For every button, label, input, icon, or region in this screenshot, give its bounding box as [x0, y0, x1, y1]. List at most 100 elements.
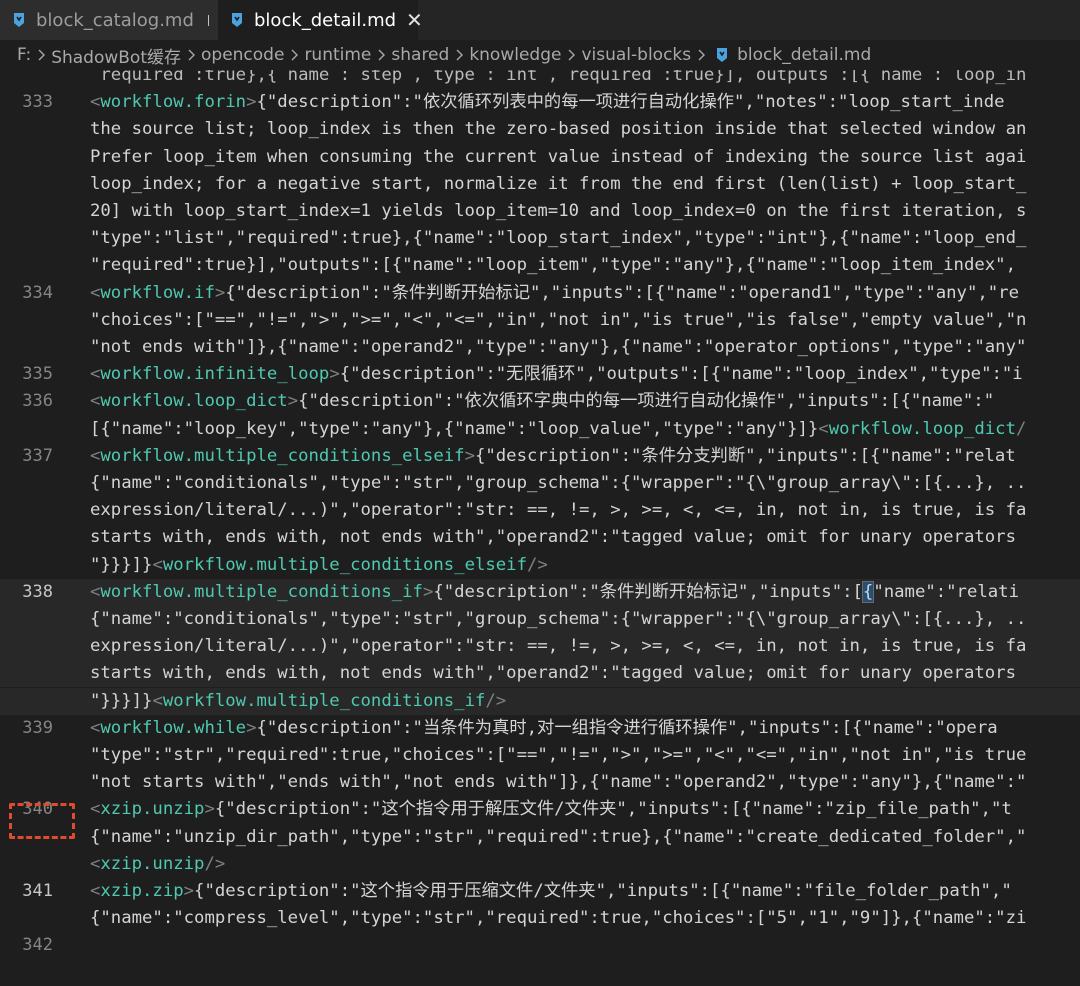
code-text: "type":"str","required":true,"choices":[…	[90, 742, 1026, 769]
code-text: {"name":"conditionals","type":"str","gro…	[90, 470, 1026, 497]
close-icon[interactable]: ✕	[406, 8, 423, 32]
tab-block-detail[interactable]: block_detail.md ✕	[218, 0, 423, 40]
code-segment: {"description":"这个指令用于解压文件/文件夹","inputs"…	[214, 799, 1012, 820]
tag-name: workflow.multiple_conditions_if	[162, 690, 486, 711]
code-text: starts with, ends with, not ends with","…	[90, 660, 1016, 687]
editor-line[interactable]: 340 <xzip.unzip>{"description":"这个指令用于解压文…	[0, 796, 1080, 823]
editor-line[interactable]: starts with, ends with, not ends with","…	[0, 524, 1080, 551]
code-segment: {"name":"conditionals","type":"str","gro…	[90, 473, 1027, 493]
code-text: 20] with loop_start_index=1 yields loop_…	[90, 198, 1026, 225]
breadcrumb-item-knowledge[interactable]: knowledge	[469, 45, 561, 65]
tag-punctuation: />	[485, 690, 507, 711]
code-segment: "}}}]}	[90, 690, 153, 711]
code-segment: {"description":"依次循环列表中的每一项进行自动化操作","not…	[256, 92, 1005, 113]
editor-line[interactable]: {"name":"conditionals","type":"str","gro…	[0, 470, 1080, 497]
editor-line[interactable]: "not starts with","ends with","not ends …	[0, 769, 1080, 796]
editor-line[interactable]: required :true},{ name : step , type : i…	[0, 70, 1080, 89]
code-text: <workflow.while>{"description":"当条件为真时,对…	[90, 715, 998, 742]
editor-line[interactable]: loop_index; for a negative start, normal…	[0, 171, 1080, 198]
code-segment: [{"name":"loop_key","type":"any"},{"name…	[90, 418, 819, 439]
editor-line[interactable]: 334 <workflow.if>{"description":"条件判断开始标记…	[0, 280, 1080, 307]
editor-line[interactable]: expression/literal/...)","operator":"str…	[0, 633, 1080, 661]
tag-punctuation: <	[90, 581, 101, 602]
code-segment: loop_index; for a negative start, normal…	[90, 173, 1027, 194]
markdown-file-icon	[715, 47, 729, 63]
editor-line[interactable]: {"name":"conditionals","type":"str","gro…	[0, 606, 1080, 633]
editor-line[interactable]: 341 <xzip.zip>{"description":"这个指令用于压缩文件/…	[0, 878, 1080, 905]
line-number: 341	[22, 881, 53, 901]
code-text: "}}}]}<workflow.multiple_conditions_else…	[90, 552, 548, 579]
breadcrumb-item-drive[interactable]: F:	[17, 45, 31, 65]
tag-punctuation: <	[90, 853, 101, 874]
tag-name: workflow.multiple_conditions_if	[100, 581, 423, 602]
tag-name: workflow.infinite_loop	[100, 364, 330, 385]
line-number: 338	[22, 581, 53, 602]
code-text: <workflow.if>{"description":"条件判断开始标记","…	[90, 280, 1019, 307]
breadcrumb-item-shadowbot[interactable]: ShadowBot缓存	[51, 43, 181, 68]
code-text: "choices":["==","!=",">",">=","<","<=","…	[90, 307, 1026, 334]
code-segment: expression/literal/...)","operator":"str…	[90, 500, 1027, 521]
tag-punctuation: <	[90, 92, 101, 113]
editor-line[interactable]: starts with, ends with, not ends with","…	[0, 660, 1080, 688]
code-segment: "not starts with","ends with","not ends …	[90, 772, 1027, 793]
code-text: "not starts with","ends with","not ends …	[90, 769, 1026, 796]
code-text: expression/literal/...)","operator":"str…	[90, 633, 1026, 660]
editor-line[interactable]: 20] with loop_start_index=1 yields loop_…	[0, 198, 1080, 225]
code-segment: starts with, ends with, not ends with","…	[90, 663, 1016, 684]
breadcrumb: F: ShadowBot缓存 opencode runtime shared k…	[0, 40, 1080, 70]
editor-line[interactable]: expression/literal/...)","operator":"str…	[0, 497, 1080, 524]
code-segment: {"name":"conditionals","type":"str","gro…	[90, 609, 1027, 629]
tag-punctuation: >	[329, 364, 340, 385]
editor-line[interactable]: [{"name":"loop_key","type":"any"},{"name…	[0, 416, 1080, 443]
breadcrumb-item-runtime[interactable]: runtime	[304, 45, 371, 65]
editor-line[interactable]: 342	[0, 932, 1080, 959]
editor-line[interactable]: 338 <workflow.multiple_conditions_if>{"de…	[0, 578, 1080, 606]
tab-block-catalog[interactable]: block_catalog.md	[0, 0, 218, 40]
code-text: loop_index; for a negative start, normal…	[90, 171, 1026, 198]
editor-line[interactable]: "}}}]}<workflow.multiple_conditions_else…	[0, 552, 1080, 579]
editor-line[interactable]: "}}}]}<workflow.multiple_conditions_if/>	[0, 687, 1080, 715]
line-number: 342	[22, 935, 53, 956]
editor-line[interactable]: Prefer loop_item when consuming the curr…	[0, 144, 1080, 171]
tag-punctuation: <	[152, 554, 163, 575]
chevron-right-icon	[696, 48, 706, 62]
editor-line[interactable]: "type":"str","required":true,"choices":[…	[0, 742, 1080, 769]
code-text: <workflow.multiple_conditions_if>{"descr…	[90, 579, 1019, 606]
editor-line[interactable]: "type":"list","required":true},{"name":"…	[0, 225, 1080, 252]
line-number: 336	[22, 391, 53, 412]
tag-punctuation: />	[527, 554, 548, 575]
breadcrumb-item-opencode[interactable]: opencode	[201, 45, 284, 65]
tag-punctuation: <	[90, 717, 101, 738]
code-segment: "choices":["==","!=",">",">=","<","<=","…	[90, 309, 1027, 330]
editor-line[interactable]: "choices":["==","!=",">",">=","<","<=","…	[0, 307, 1080, 334]
editor-line[interactable]: 337 <workflow.multiple_conditions_elseif>…	[0, 443, 1080, 470]
breadcrumb-item-visual-blocks[interactable]: visual-blocks	[581, 45, 691, 65]
line-number: 337	[22, 445, 53, 466]
tab-label: block_detail.md	[254, 9, 397, 31]
editor-line[interactable]: 336 <workflow.loop_dict>{"description":"依…	[0, 388, 1080, 415]
editor-line[interactable]: "not ends with"]},{"name":"operand2","ty…	[0, 334, 1080, 361]
code-text: [{"name":"loop_key","type":"any"},{"name…	[90, 416, 1026, 443]
code-segment: the source list; loop_index is then the …	[90, 119, 1027, 140]
editor-line[interactable]: "required":true}],"outputs":[{"name":"lo…	[0, 252, 1080, 279]
editor-line[interactable]: the source list; loop_index is then the …	[0, 116, 1080, 143]
editor-line[interactable]: 339 <workflow.while>{"description":"当条件为真…	[0, 715, 1080, 742]
code-text: {"name":"compress_level","type":"str","r…	[90, 905, 1026, 932]
code-text: Prefer loop_item when consuming the curr…	[90, 144, 1026, 171]
editor-line[interactable]: 335 <workflow.infinite_loop>{"description…	[0, 361, 1080, 388]
tag-punctuation: /	[1015, 418, 1027, 439]
chevron-right-icon	[566, 48, 576, 62]
editor-line[interactable]: 333 <workflow.forin>{"description":"依次循环列…	[0, 89, 1080, 116]
code-editor[interactable]: required :true},{ name : step , type : i…	[0, 70, 1080, 986]
line-number: 333	[22, 92, 53, 113]
editor-line[interactable]: {"name":"unzip_dir_path","type":"str","r…	[0, 824, 1080, 851]
chevron-right-icon	[186, 48, 196, 62]
breadcrumb-item-shared[interactable]: shared	[391, 45, 449, 65]
editor-line[interactable]: <xzip.unzip/>	[0, 851, 1080, 878]
tag-punctuation: >	[204, 799, 215, 820]
code-segment: starts with, ends with, not ends with","…	[90, 527, 1016, 548]
tag-name: workflow.forin	[100, 92, 247, 113]
editor-line[interactable]: {"name":"compress_level","type":"str","r…	[0, 905, 1080, 932]
tag-name: workflow.if	[100, 282, 215, 303]
breadcrumb-item-file[interactable]: block_detail.md	[737, 45, 871, 65]
